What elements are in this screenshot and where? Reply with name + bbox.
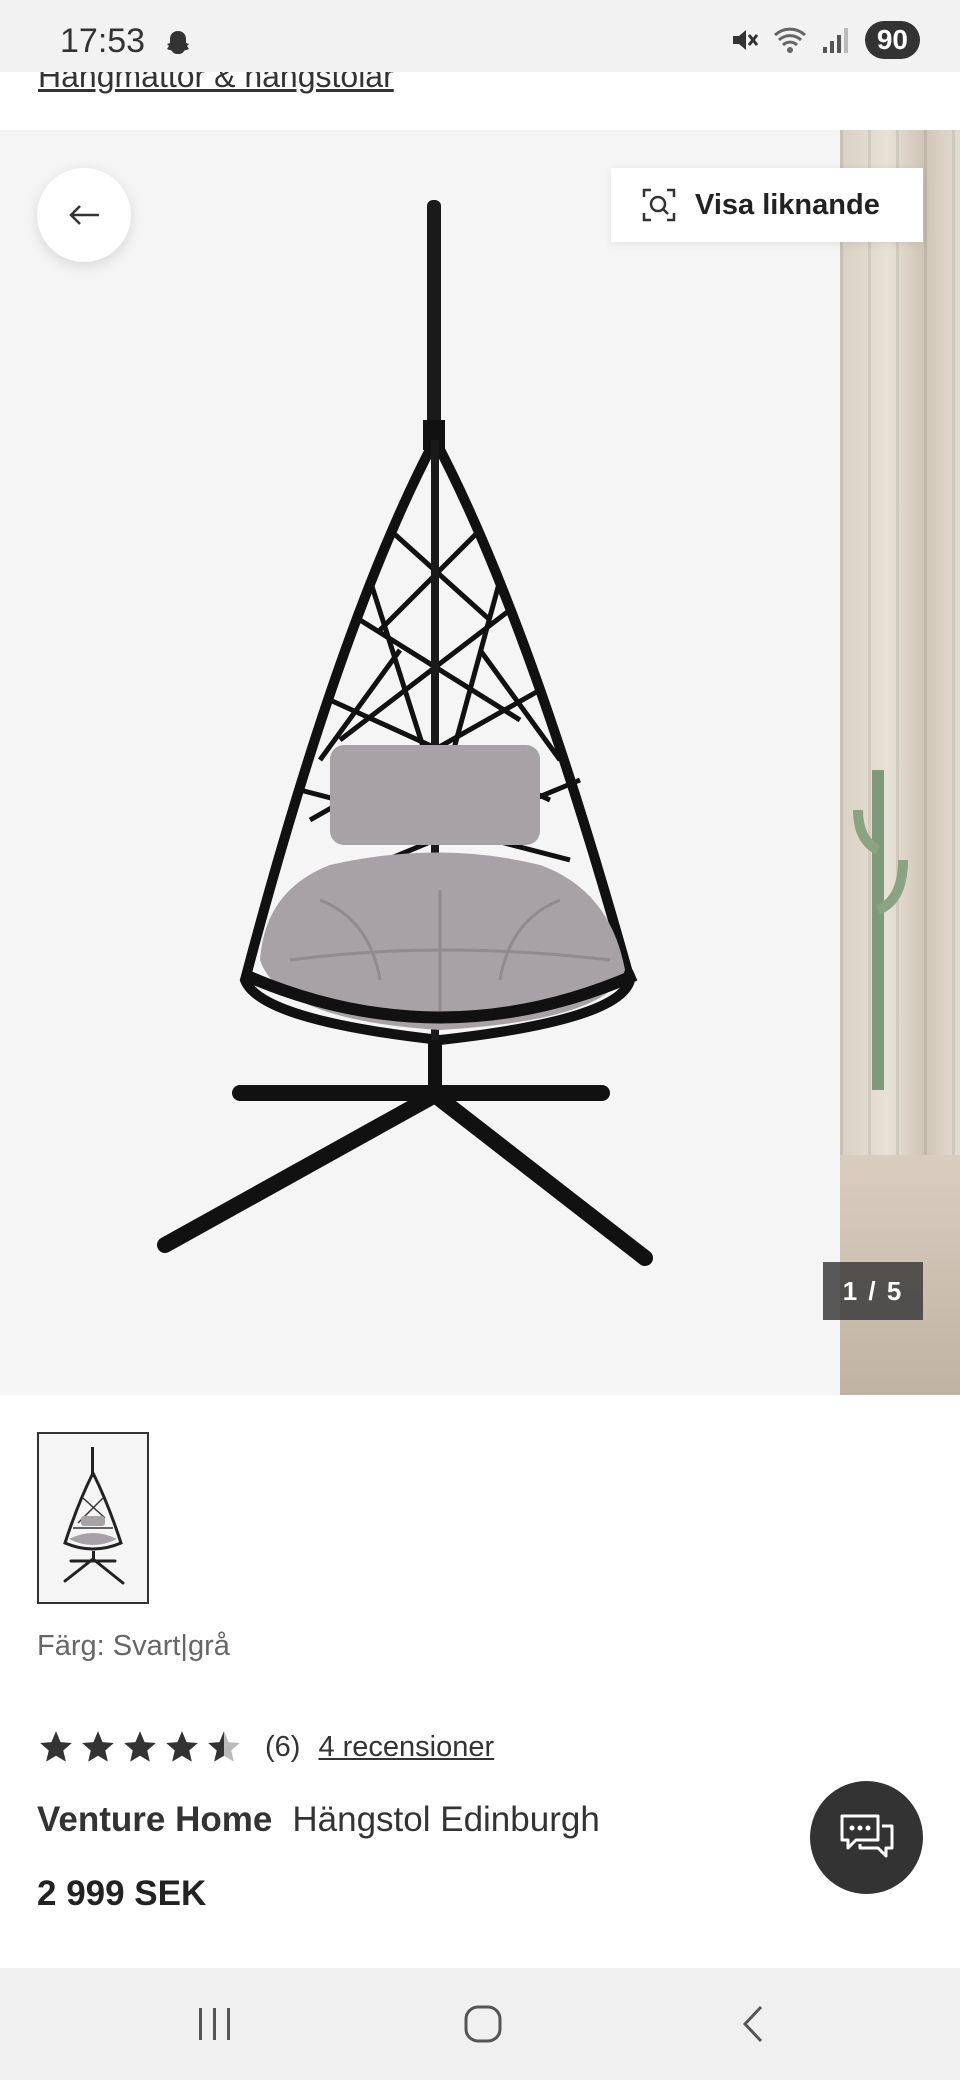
snapchat-icon (167, 31, 189, 54)
rating-row: (6) 4 recensioner (37, 1725, 494, 1769)
color-label: Färg: Svart|grå (37, 1630, 230, 1662)
product-title: Venture Home Hängstol Edinburgh (37, 1800, 600, 1840)
product-name: Hängstol Edinburgh (292, 1800, 600, 1839)
home-button[interactable] (453, 1998, 513, 2050)
product-brand[interactable]: Venture Home (37, 1800, 272, 1839)
breadcrumb-bar: Hängmattor & hängstolar (0, 72, 960, 130)
star-full-icon (124, 1731, 156, 1762)
rating-count: (6) (265, 1730, 301, 1763)
hanging-chair-image (157, 200, 653, 1266)
product-image-gallery[interactable]: Visa liknande 1 / 5 (0, 130, 960, 1395)
nav-back-button[interactable] (722, 1998, 782, 2050)
system-nav-bar (0, 1968, 960, 2080)
breadcrumb[interactable]: Hängmattor & hängstolar (38, 72, 394, 95)
product-price: 2 999 SEK (37, 1874, 207, 1913)
show-similar-label: Visa liknande (695, 188, 880, 221)
status-time: 17:53 (60, 22, 146, 60)
chat-button[interactable] (810, 1781, 923, 1894)
home-icon (464, 2005, 502, 2043)
product-image-main[interactable] (0, 130, 840, 1395)
recents-icon (199, 2008, 230, 2040)
mute-icon (732, 30, 759, 50)
status-bar: 17:53 90 (0, 0, 960, 72)
star-rating (37, 1728, 243, 1766)
star-half-icon (208, 1731, 240, 1762)
product-image-next[interactable] (840, 130, 960, 1395)
thumbnail-image[interactable] (37, 1432, 149, 1604)
star-full-icon (166, 1731, 198, 1762)
battery-indicator: 90 (864, 21, 920, 59)
star-full-icon (40, 1731, 72, 1762)
cactus-image (853, 770, 908, 1090)
signal-icon (822, 28, 848, 53)
image-counter: 1 / 5 (823, 1262, 923, 1320)
status-icons: 90 (729, 20, 920, 60)
visual-search-icon (642, 188, 676, 222)
back-button[interactable] (37, 168, 131, 262)
arrow-left-icon (69, 205, 99, 225)
star-full-icon (82, 1731, 114, 1762)
hanging-chair-thumbnail (63, 1447, 125, 1585)
chat-bubbles-icon (840, 1814, 893, 1857)
back-chevron-icon (742, 2005, 763, 2043)
recents-button[interactable] (185, 1998, 245, 2050)
reviews-link[interactable]: 4 recensioner (318, 1731, 494, 1764)
wifi-icon (773, 27, 806, 53)
show-similar-button[interactable]: Visa liknande (611, 168, 923, 242)
